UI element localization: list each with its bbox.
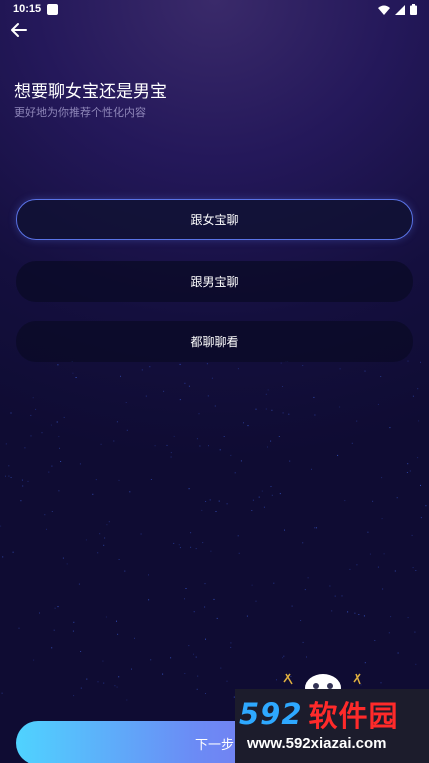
wifi-icon <box>378 5 390 15</box>
arrow-left-icon <box>11 23 27 37</box>
signal-icon <box>395 4 405 15</box>
option-label: 都聊聊看 <box>190 335 239 349</box>
watermark-logo: 592 软件园 www.592xiazai.com <box>235 689 429 763</box>
option-male[interactable]: 跟男宝聊 <box>16 261 413 302</box>
status-icons <box>378 4 417 15</box>
option-female[interactable]: 跟女宝聊 <box>16 199 413 240</box>
watermark-url: www.592xiazai.com <box>247 735 387 752</box>
back-button[interactable] <box>10 22 32 40</box>
status-time: 10:15 <box>13 3 42 15</box>
watermark-chars: 软件园 <box>308 699 399 733</box>
page-title: 想要聊女宝还是男宝 <box>14 82 167 102</box>
next-button-label: 下一步 <box>194 737 234 753</box>
option-label: 跟女宝聊 <box>190 213 239 227</box>
option-both[interactable]: 都聊聊看 <box>16 321 413 362</box>
watermark-brand: 592 软件园 <box>239 693 399 735</box>
battery-icon <box>410 4 417 15</box>
page-subtitle: 更好地为你推荐个性化内容 <box>14 106 146 119</box>
notification-icon <box>47 4 58 15</box>
status-bar: 10:15 <box>0 0 429 20</box>
option-label: 跟男宝聊 <box>190 275 239 289</box>
watermark-digits: 592 <box>239 697 303 731</box>
